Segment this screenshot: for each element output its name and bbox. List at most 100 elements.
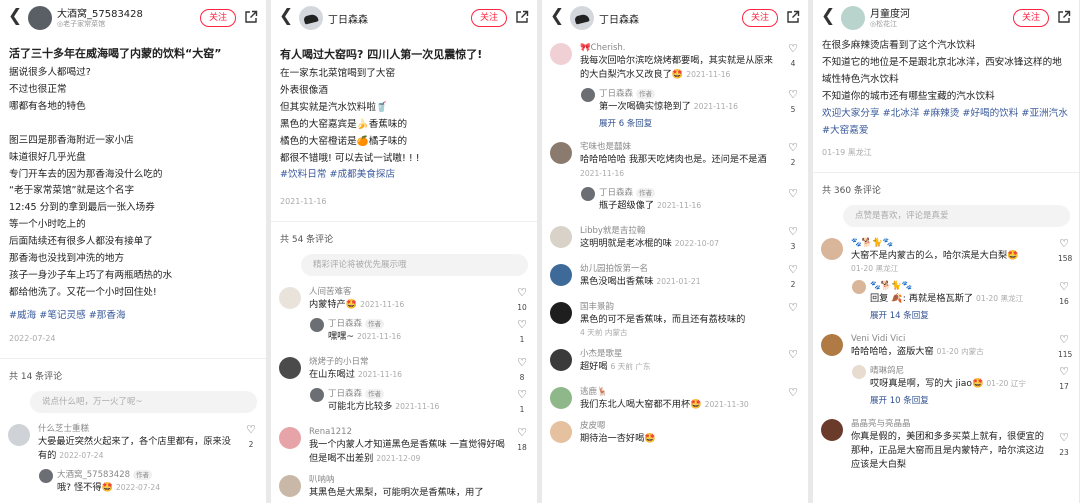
share-icon[interactable]	[515, 10, 529, 24]
follow-button[interactable]: 关注	[1013, 9, 1049, 27]
replier-name[interactable]: 晴琳鸽尼	[870, 365, 1049, 377]
username[interactable]: 大酒窝_57583428	[57, 5, 143, 20]
commenter-avatar[interactable]	[279, 475, 301, 498]
like-icon[interactable]: ♡ 4	[787, 43, 799, 70]
commenter-name[interactable]: 什么芝士重糕	[38, 423, 236, 435]
reply-text[interactable]: 瓶子超级像了	[599, 200, 654, 211]
commenter-avatar[interactable]	[550, 421, 572, 443]
like-icon[interactable]: ♡ 18	[516, 427, 528, 454]
commenter-avatar[interactable]	[550, 226, 572, 248]
commenter-name[interactable]: 烧烤子的小日常	[309, 356, 507, 368]
commenter-avatar[interactable]	[8, 423, 30, 446]
like-icon[interactable]: ♡ 17	[1058, 366, 1070, 393]
commenter-avatar[interactable]	[550, 43, 572, 65]
commenter-name[interactable]: 叭呐呐	[309, 474, 507, 486]
comment-input[interactable]: 精彩评论将被优先展示哦	[301, 254, 528, 277]
username[interactable]: 丁日森森	[599, 11, 639, 26]
comment-text[interactable]: 期待治一杏好喝🤩	[580, 432, 778, 446]
commenter-avatar[interactable]	[279, 357, 301, 380]
like-icon[interactable]: ♡	[787, 302, 799, 314]
commenter-name[interactable]: Veni Vidi Vici	[851, 333, 1049, 345]
commenter-name[interactable]: 人间苦难客	[309, 286, 507, 298]
follow-button[interactable]: 关注	[742, 9, 778, 27]
follow-button[interactable]: 关注	[471, 9, 507, 27]
avatar[interactable]	[299, 6, 323, 30]
replier-avatar[interactable]	[852, 365, 866, 380]
like-icon[interactable]: ♡ 1	[516, 389, 528, 416]
replier-avatar[interactable]	[852, 280, 866, 295]
post-tags[interactable]: 欢迎大家分享 #北冰洋 #麻辣烫 #好喝的饮料 #亚洲汽水 #大窑嘉爱	[822, 106, 1070, 140]
replier-name[interactable]: 丁日森森	[328, 389, 362, 399]
like-icon[interactable]: ♡ 23	[1058, 432, 1070, 459]
like-icon[interactable]: ♡	[787, 349, 799, 361]
commenter-name[interactable]: Libby就是吉拉翰	[580, 225, 778, 237]
comment-input[interactable]: 点赞是喜欢，评论是真爱	[843, 205, 1070, 228]
replier-avatar[interactable]	[310, 388, 324, 403]
expand-replies-link[interactable]: 展开 14 条回复	[813, 309, 1079, 321]
replier-name[interactable]: 丁日森森	[328, 319, 362, 329]
commenter-avatar[interactable]	[550, 142, 572, 164]
reply-text[interactable]: 回复 🍂: 再就是格瓦斯了	[870, 293, 973, 304]
comment-text[interactable]: 哈哈哈哈哈 我那天吃烤肉也是。还问是不是酒	[580, 154, 767, 165]
like-icon[interactable]: ♡ 115	[1058, 334, 1072, 361]
comment-text[interactable]: 你真是假的，美团和多多买菜上就有，很便宜的那种，正品是大窑而且是内蒙特产，哈尔滨…	[851, 430, 1049, 472]
comment-text[interactable]: 超好喝	[580, 361, 608, 372]
comment-input[interactable]: 说点什么吧，万一火了呢~	[30, 390, 257, 413]
replier-avatar[interactable]	[39, 468, 53, 483]
commenter-avatar[interactable]	[550, 302, 572, 324]
replier-name[interactable]: 丁日森森	[599, 89, 633, 99]
post-tags[interactable]: #饮料日常 #成都美食探店	[280, 167, 528, 184]
replier-avatar[interactable]	[581, 187, 595, 201]
share-icon[interactable]	[1057, 10, 1071, 24]
like-icon[interactable]: ♡ 2	[787, 264, 799, 291]
commenter-name[interactable]: 国丰景韵	[580, 301, 778, 313]
follow-button[interactable]: 关注	[200, 9, 236, 27]
comment-text[interactable]: 这明明就是老冰棍的味	[580, 238, 672, 249]
commenter-name[interactable]: 宅味也是囍妹	[580, 141, 778, 153]
like-icon[interactable]: ♡ 3	[787, 226, 799, 253]
comment-text[interactable]: 哈哈哈哈，盗版大窑	[851, 346, 934, 357]
like-icon[interactable]: ♡	[787, 387, 799, 399]
reply-text[interactable]: 哎呀真是啊，写的大 jiao🤩	[870, 378, 983, 389]
commenter-avatar[interactable]	[550, 349, 572, 371]
like-icon[interactable]: ♡ 158	[1058, 238, 1072, 265]
commenter-name[interactable]: 🎀Cherish.	[580, 42, 778, 54]
commenter-name[interactable]: 皮皮嗯	[580, 420, 778, 432]
commenter-name[interactable]: 🐾🐕🐈🐾	[851, 237, 1049, 249]
like-icon[interactable]: ♡ 16	[1058, 281, 1070, 308]
commenter-avatar[interactable]	[279, 427, 301, 450]
reply-text[interactable]: 哦? 怪不得🤩	[57, 482, 113, 493]
share-icon[interactable]	[244, 10, 258, 24]
share-icon[interactable]	[786, 10, 800, 24]
commenter-avatar[interactable]	[550, 264, 572, 286]
replier-avatar[interactable]	[581, 88, 595, 102]
avatar[interactable]	[28, 6, 52, 30]
like-icon[interactable]: ♡ 1	[516, 319, 528, 346]
replier-name[interactable]: 丁日森森	[599, 188, 633, 198]
comment-text[interactable]: 其黑色是大黑梨，可能明次是香蕉味，用了	[309, 486, 507, 500]
commenter-avatar[interactable]	[550, 387, 572, 409]
commenter-avatar[interactable]	[821, 238, 843, 261]
comment-text[interactable]: 黑色没喝出香蕉味	[580, 276, 654, 287]
reply-text[interactable]: 第一次喝确实惊艳到了	[599, 101, 691, 112]
comment-text[interactable]: 我们东北人喝大窑都不用杯🤩	[580, 399, 702, 410]
back-arrow-icon[interactable]: ❮	[821, 6, 835, 26]
comment-text[interactable]: 我每次回哈尔滨吃烧烤都要喝，其实就是从原来的大白梨汽水又改良了🤩	[580, 55, 773, 80]
back-arrow-icon[interactable]: ❮	[8, 6, 22, 26]
replier-avatar[interactable]	[310, 318, 324, 333]
commenter-name[interactable]: 逃鹿🦌	[580, 386, 778, 398]
comment-text[interactable]: 内蒙特产🤩	[309, 299, 357, 310]
like-icon[interactable]: ♡ 10	[516, 287, 528, 314]
like-icon[interactable]: ♡	[787, 188, 799, 200]
expand-replies-link[interactable]: 展开 10 条回复	[813, 394, 1079, 406]
like-icon[interactable]: ♡ 8	[516, 357, 528, 384]
commenter-avatar[interactable]	[279, 287, 301, 310]
reply-text[interactable]: 嘿嘿~	[328, 331, 354, 342]
back-arrow-icon[interactable]: ❮	[279, 6, 293, 26]
replier-name[interactable]: 🐾🐕🐈🐾	[870, 280, 1049, 292]
expand-replies-link[interactable]: 展开 6 条回复	[542, 117, 808, 129]
commenter-avatar[interactable]	[821, 419, 843, 442]
commenter-avatar[interactable]	[821, 334, 843, 357]
back-arrow-icon[interactable]: ❮	[550, 6, 564, 26]
commenter-name[interactable]: Rena1212	[309, 426, 507, 438]
